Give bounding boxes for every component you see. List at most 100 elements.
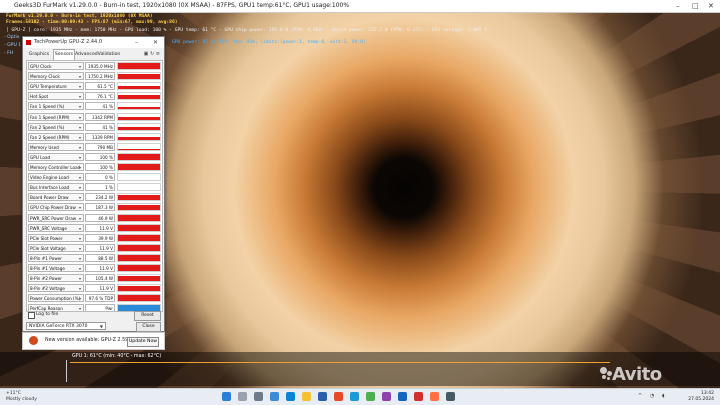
chevron-down-icon[interactable]: ▾ xyxy=(79,266,81,271)
chevron-down-icon[interactable]: ▾ xyxy=(79,216,81,221)
app-icon[interactable] xyxy=(382,392,391,401)
osd-line-2: Frames:58102 - time:00:09:43 - FPS:87 (m… xyxy=(6,20,178,25)
menu-icon[interactable]: ≡ xyxy=(156,51,160,57)
sensor-label[interactable]: Bus Interface Load xyxy=(28,183,84,192)
chevron-down-icon[interactable]: ▾ xyxy=(79,115,81,120)
close-button[interactable]: Close xyxy=(136,322,161,332)
sensor-row: Memory Controller Load ▾ 100 % xyxy=(28,163,161,172)
sensor-label[interactable]: GPU Clock xyxy=(28,62,84,70)
tab-validation[interactable]: Validation xyxy=(97,50,121,59)
windows-start-icon[interactable] xyxy=(222,392,231,401)
sensor-label[interactable]: GPU Load xyxy=(28,152,84,161)
chevron-down-icon[interactable]: ▾ xyxy=(79,74,81,79)
sensor-label[interactable]: Memory Clock xyxy=(28,72,84,81)
camera-icon[interactable]: ▣ xyxy=(144,51,149,57)
tab-graphics-card[interactable]: Graphics Card xyxy=(25,50,53,66)
chevron-down-icon[interactable]: ▾ xyxy=(79,256,81,261)
sensor-list[interactable]: GPU Clock ▾ 1935.0 MHz Memory Clock ▾ 1750.2 … xyxy=(26,60,163,312)
gpuz-titlebar[interactable]: TechPowerUp GPU-Z 2.44.0 – ✕ xyxy=(23,37,164,48)
sensor-label[interactable]: Fan 2 Speed (RPM) xyxy=(28,132,84,141)
refresh-icon[interactable]: ↻ xyxy=(150,51,154,57)
minimize-icon[interactable]: – xyxy=(135,37,138,48)
chevron-down-icon[interactable]: ▾ xyxy=(79,306,81,311)
store-icon[interactable] xyxy=(318,392,327,401)
chevron-down-icon[interactable]: ▾ xyxy=(79,276,81,281)
furmark-titlebar[interactable]: Geeks3D FurMark v1.29.0.0 - Burn-in test… xyxy=(0,0,720,13)
chevron-down-icon[interactable]: ▾ xyxy=(79,175,81,180)
gpuz-window: TechPowerUp GPU-Z 2.44.0 – ✕ Graphics Ca… xyxy=(22,36,165,332)
chevron-down-icon[interactable]: ▾ xyxy=(79,165,81,170)
close-icon[interactable]: ✕ xyxy=(708,0,714,12)
sensor-graph xyxy=(117,92,161,101)
sensor-graph-fill xyxy=(118,275,160,282)
sensor-row: GPU Temperature ▾ 61.5 °C xyxy=(28,82,161,91)
chevron-down-icon[interactable]: ▾ xyxy=(79,94,81,99)
tab-sensors[interactable]: Sensors xyxy=(53,49,75,60)
sensor-graph xyxy=(117,102,161,111)
sensor-label[interactable]: Video Engine Load xyxy=(28,173,84,182)
gpuz-taskbar-icon[interactable] xyxy=(414,392,423,401)
sensor-label[interactable]: 8-Pin #1 Power xyxy=(28,253,84,262)
weather-widget[interactable]: +11°C Mostly cloudy xyxy=(6,391,37,403)
chevron-down-icon[interactable]: ▾ xyxy=(79,205,81,210)
volume-icon[interactable]: ◖ xyxy=(662,393,665,399)
sensor-label[interactable]: PCIe Slot Power xyxy=(28,233,84,242)
wifi-icon[interactable]: ◔ xyxy=(650,393,654,399)
sensor-label[interactable]: Fan 2 Speed (%) xyxy=(28,122,84,131)
task-view-icon[interactable] xyxy=(254,392,263,401)
chevron-down-icon[interactable]: ▾ xyxy=(79,185,81,190)
chevron-down-icon[interactable]: ▾ xyxy=(79,84,81,89)
osd-side-item: - FH xyxy=(4,51,14,56)
tab-advanced[interactable]: Advanced xyxy=(75,50,98,59)
gpu-select[interactable]: NVIDIA GeForce RTX 3070 ▼ xyxy=(26,322,106,330)
chevron-down-icon[interactable]: ▾ xyxy=(79,246,81,251)
chevron-down-icon[interactable]: ▾ xyxy=(79,104,81,109)
sensor-label[interactable]: Power Consumption (%) xyxy=(28,294,84,303)
app-icon[interactable] xyxy=(446,392,455,401)
telegram-icon[interactable] xyxy=(350,392,359,401)
chevron-down-icon[interactable]: ▾ xyxy=(79,155,81,160)
sensor-label[interactable]: 8-Pin #2 Voltage xyxy=(28,284,84,293)
minimize-icon[interactable]: – xyxy=(676,0,680,12)
close-icon[interactable]: ✕ xyxy=(153,37,158,48)
sensor-graph xyxy=(117,243,161,252)
chevron-down-icon[interactable]: ▾ xyxy=(79,135,81,140)
widgets-icon[interactable] xyxy=(270,392,279,401)
chevron-down-icon[interactable]: ▾ xyxy=(79,195,81,200)
file-explorer-icon[interactable] xyxy=(302,392,311,401)
chevron-down-icon[interactable]: ▾ xyxy=(79,236,81,241)
reset-button[interactable]: Reset xyxy=(134,311,161,321)
chevron-down-icon[interactable]: ▾ xyxy=(79,226,81,231)
system-clock[interactable]: 13:42 27.05.2024 xyxy=(688,391,714,403)
chevron-down-icon[interactable]: ▾ xyxy=(79,286,81,291)
sensor-label[interactable]: PCIe Slot Voltage xyxy=(28,243,84,252)
sensor-label[interactable]: Hot Spot xyxy=(28,92,84,101)
sensor-label[interactable]: GPU Chip Power Draw xyxy=(28,203,84,212)
sensor-label[interactable]: Fan 1 Speed (%) xyxy=(28,102,84,111)
chevron-down-icon[interactable]: ▾ xyxy=(79,296,81,301)
sensor-label[interactable]: Memory Controller Load xyxy=(28,163,84,171)
sensor-label[interactable]: 8-Pin #2 Power xyxy=(28,274,84,283)
update-now-button[interactable]: Update Now xyxy=(127,337,159,347)
chevron-down-icon[interactable]: ▾ xyxy=(79,145,81,150)
sensor-label[interactable]: Memory Used xyxy=(28,142,84,151)
app-icon[interactable] xyxy=(366,392,375,401)
app-icon[interactable] xyxy=(334,392,343,401)
sensor-label[interactable]: PWR_SRC Power Draw xyxy=(28,213,84,222)
search-icon[interactable] xyxy=(238,392,247,401)
maximize-icon[interactable]: □ xyxy=(692,0,699,12)
chevron-down-icon[interactable]: ▾ xyxy=(79,125,81,130)
sensor-label[interactable]: PWR_SRC Voltage xyxy=(28,223,84,232)
sensor-label[interactable]: 8-Pin #1 Voltage xyxy=(28,264,84,272)
app-icon[interactable] xyxy=(398,392,407,401)
sensor-label[interactable]: PerfCap Reason xyxy=(28,304,84,311)
sensor-label[interactable]: Board Power Draw xyxy=(28,193,84,202)
furmark-taskbar-icon[interactable] xyxy=(430,392,439,401)
edge-icon[interactable] xyxy=(286,392,295,401)
sensor-label[interactable]: Fan 1 Speed (RPM) xyxy=(28,112,84,121)
chevron-down-icon[interactable]: ▾ xyxy=(79,64,81,69)
tray-chevron-icon[interactable]: ^ xyxy=(638,393,642,399)
log-to-file-checkbox[interactable] xyxy=(28,312,35,319)
sensor-label[interactable]: GPU Temperature xyxy=(28,82,84,91)
sensor-row: Memory Clock ▾ 1750.2 MHz xyxy=(28,72,161,81)
